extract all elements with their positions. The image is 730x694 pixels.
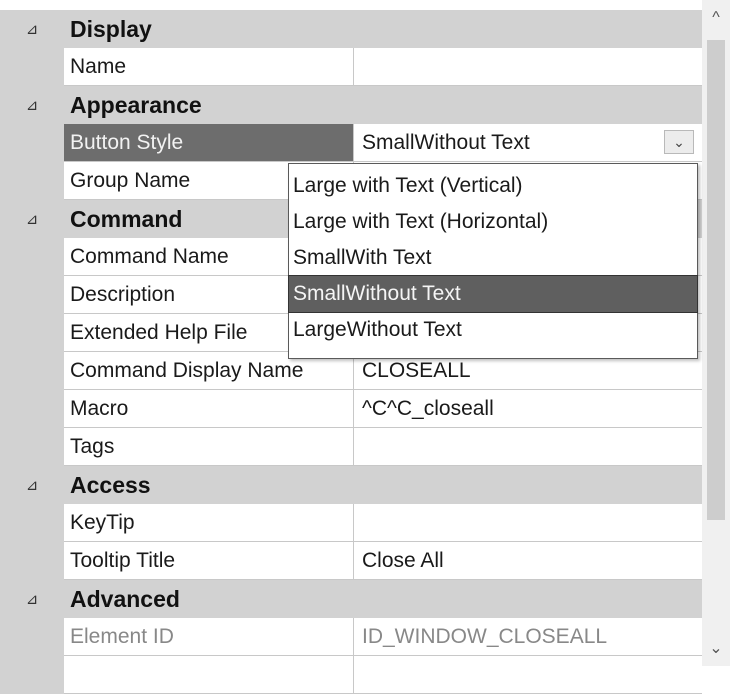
collapse-icon[interactable]: ⊿ — [0, 10, 64, 48]
property-row-keytip[interactable]: KeyTip — [0, 504, 702, 542]
dropdown-option[interactable]: Large with Text (Horizontal) — [289, 204, 697, 240]
property-keytip-value[interactable] — [354, 504, 702, 542]
property-name-value[interactable] — [354, 48, 702, 86]
property-macro-value[interactable]: ^C^C_closeall — [354, 390, 702, 428]
scroll-thumb[interactable] — [707, 40, 725, 520]
property-row-tags[interactable]: Tags — [0, 428, 702, 466]
dropdown-option[interactable]: Large with Text (Vertical) — [289, 168, 697, 204]
property-cut-off-value — [354, 656, 702, 694]
property-tags-value[interactable] — [354, 428, 702, 466]
property-row-cut-off[interactable] — [0, 656, 702, 694]
category-label: Command — [70, 206, 183, 232]
category-advanced[interactable]: ⊿ Advanced — [0, 580, 702, 618]
property-cut-off-label — [64, 656, 354, 694]
property-element-id-value: ID_WINDOW_CLOSEALL — [354, 618, 702, 656]
vertical-scrollbar[interactable]: ^ ⌄ — [702, 0, 730, 666]
property-row-name[interactable]: Name — [0, 48, 702, 86]
property-element-id-label: Element ID — [64, 618, 354, 656]
collapse-icon[interactable]: ⊿ — [0, 86, 64, 124]
scroll-up-icon[interactable]: ^ — [702, 0, 730, 36]
category-label: Display — [70, 16, 152, 42]
category-label: Access — [70, 472, 151, 498]
property-tags-label: Tags — [64, 428, 354, 466]
property-macro-label: Macro — [64, 390, 354, 428]
collapse-icon[interactable]: ⊿ — [0, 200, 64, 238]
property-tooltip-title-label: Tooltip Title — [64, 542, 354, 580]
property-row-element-id[interactable]: Element ID ID_WINDOW_CLOSEALL — [0, 618, 702, 656]
category-appearance[interactable]: ⊿ Appearance — [0, 86, 702, 124]
category-display[interactable]: ⊿ Display — [0, 10, 702, 48]
property-row-tooltip-title[interactable]: Tooltip Title Close All — [0, 542, 702, 580]
collapse-icon[interactable]: ⊿ — [0, 466, 64, 504]
category-label: Appearance — [70, 92, 202, 118]
button-style-dropdown-list[interactable]: Large with Text (Vertical) Large with Te… — [288, 163, 698, 359]
property-row-button-style[interactable]: Button Style SmallWithout Text ⌄ — [0, 124, 702, 162]
category-access[interactable]: ⊿ Access — [0, 466, 702, 504]
category-label: Advanced — [70, 586, 180, 612]
dropdown-option-selected[interactable]: SmallWithout Text — [288, 275, 698, 313]
scroll-down-icon[interactable]: ⌄ — [702, 630, 730, 666]
property-tooltip-title-value[interactable]: Close All — [354, 542, 702, 580]
property-name-label: Name — [64, 48, 354, 86]
collapse-icon[interactable]: ⊿ — [0, 580, 64, 618]
dropdown-option[interactable]: LargeWithout Text — [289, 312, 697, 348]
chevron-down-icon[interactable]: ⌄ — [664, 130, 694, 154]
property-button-style-value[interactable]: SmallWithout Text — [354, 124, 702, 162]
property-keytip-label: KeyTip — [64, 504, 354, 542]
property-row-macro[interactable]: Macro ^C^C_closeall — [0, 390, 702, 428]
property-button-style-label: Button Style — [64, 124, 354, 162]
dropdown-option[interactable]: SmallWith Text — [289, 240, 697, 276]
